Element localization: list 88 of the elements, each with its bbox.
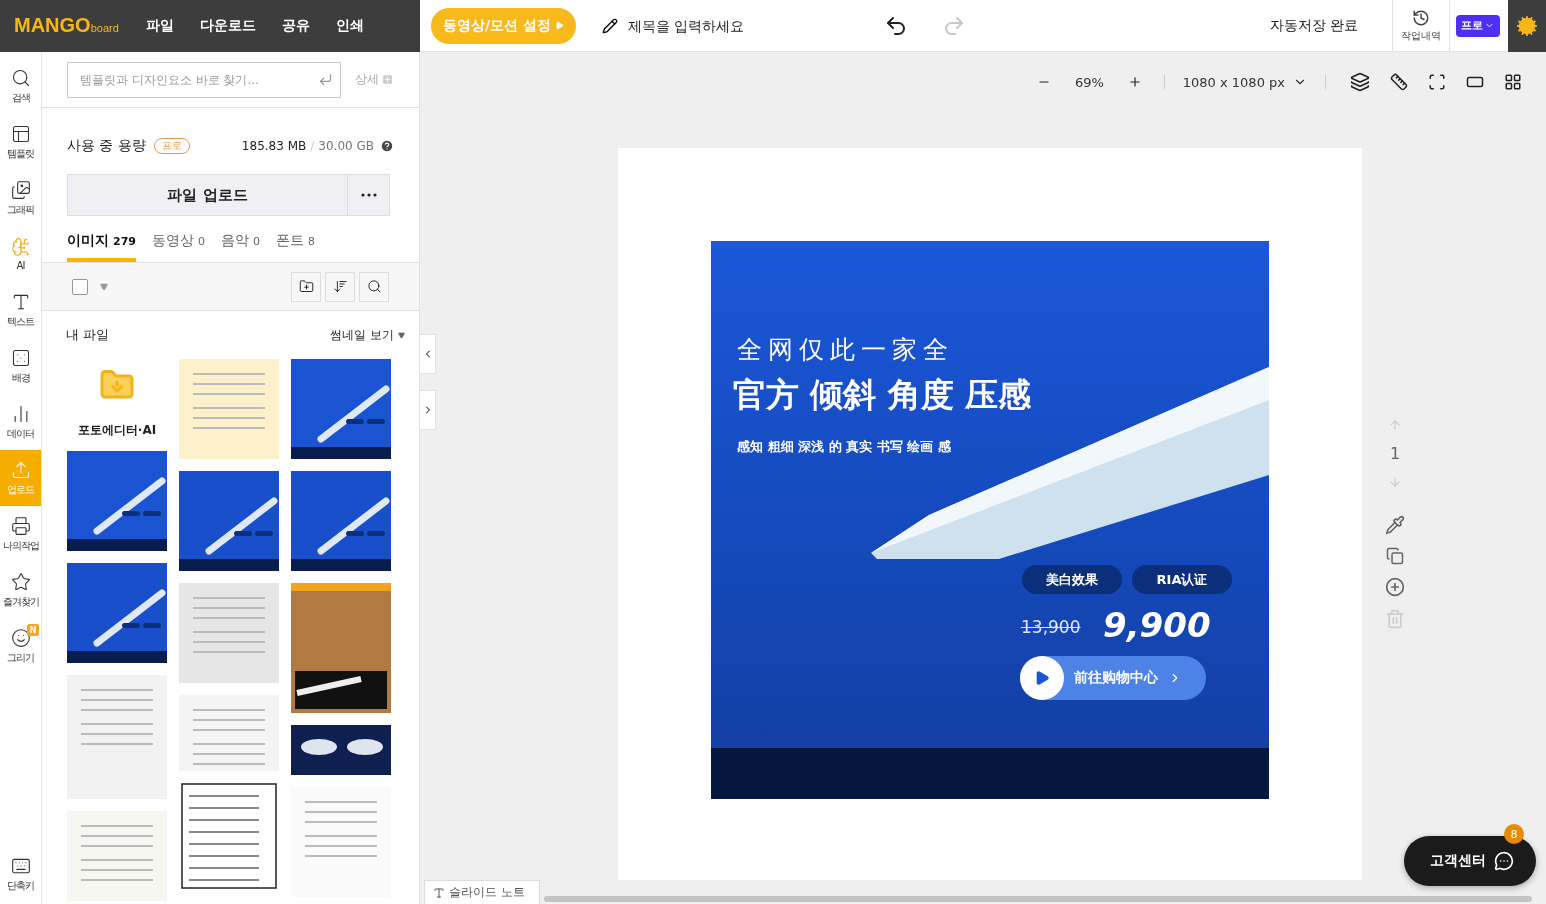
plus-icon: [381, 73, 394, 86]
canvas-size-dropdown[interactable]: 1080 x 1080 px: [1178, 74, 1311, 90]
eyedropper-icon: [1385, 515, 1405, 535]
play-icon: [555, 21, 564, 30]
notification-badge: 8: [1504, 824, 1524, 844]
dropdown-icon: [398, 331, 405, 339]
pen-sheet-thumbnail[interactable]: [67, 675, 167, 799]
layers-icon: [1350, 72, 1370, 92]
add-page-button[interactable]: [1385, 577, 1405, 597]
face-icon: [10, 627, 31, 648]
upload-icon: [10, 459, 31, 480]
image-icon: [10, 179, 31, 200]
printer-icon: [10, 515, 31, 536]
search-icon: [366, 279, 382, 294]
page-number: 1: [1389, 444, 1401, 463]
menu-item[interactable]: 파일: [145, 10, 174, 41]
new-folder-button[interactable]: [291, 271, 321, 302]
folder-name: 내 파일: [66, 326, 110, 344]
settings-button[interactable]: [1508, 0, 1546, 52]
pencil-icon: [602, 17, 618, 34]
sort-button[interactable]: [325, 271, 355, 302]
new-badge: N: [27, 624, 39, 636]
text-card-thumbnail[interactable]: [179, 359, 279, 459]
autosave-status: 자동저장 완료: [1269, 16, 1358, 35]
copy-icon: [1386, 547, 1404, 565]
mouse-ad-thumbnail[interactable]: [291, 725, 391, 775]
folder-plus-icon: [298, 279, 314, 294]
media-tab[interactable]: 음악 0: [220, 232, 260, 262]
storage-used: 185.83 MB: [241, 139, 307, 153]
enter-icon: [318, 71, 333, 87]
help-icon[interactable]: [380, 139, 394, 153]
play-icon: [1020, 656, 1064, 700]
select-all-checkbox[interactable]: [72, 278, 88, 295]
history-button[interactable]: 작업내역: [1392, 0, 1450, 51]
grid-icon: [1504, 73, 1522, 91]
fitness-ad-thumbnail[interactable]: [291, 583, 391, 713]
menu-item[interactable]: 인쇄: [335, 10, 364, 41]
document-thumbnail[interactable]: [179, 783, 279, 890]
feature-tag: RIA认证: [1132, 565, 1232, 594]
arrow-down-icon: [1388, 475, 1402, 489]
separator: /: [310, 139, 315, 153]
plus-icon: [1127, 75, 1142, 89]
gear-icon: [1516, 14, 1538, 37]
search-icon: [10, 67, 31, 88]
media-tab[interactable]: 동영상 0: [151, 232, 205, 262]
zoom-level: 69%: [1073, 74, 1105, 90]
storage-label: 사용 중 용량: [67, 137, 146, 155]
menu-item[interactable]: 다운로드: [199, 10, 256, 41]
color-picker-button[interactable]: [1385, 515, 1405, 535]
menu-item[interactable]: 공유: [281, 10, 310, 41]
more-icon: [360, 193, 377, 197]
layout-icon: [10, 123, 31, 144]
brain-icon: [10, 237, 31, 257]
trash-icon: [1385, 609, 1405, 629]
text-icon: [433, 886, 445, 899]
plus-circle-icon: [1385, 577, 1405, 597]
pen-ad-thumbnail[interactable]: [67, 451, 167, 551]
sale-price: 9,900: [1103, 605, 1211, 645]
storage-total: 30.00 GB: [318, 139, 374, 153]
media-tab[interactable]: 폰트 8: [275, 232, 315, 262]
dropdown-icon[interactable]: [100, 282, 108, 291]
star-icon: [10, 571, 31, 592]
plan-button[interactable]: 프로: [1456, 14, 1500, 37]
duplicate-button[interactable]: [1386, 547, 1404, 565]
toothpaste-ad-thumbnail[interactable]: [291, 471, 391, 571]
feature-tag: 美白效果: [1022, 565, 1122, 594]
view-mode-dropdown[interactable]: 썸네일 보기: [330, 326, 405, 344]
logo[interactable]: MANGOboard: [14, 14, 119, 37]
toothpaste-ad-thumbnail[interactable]: [179, 471, 279, 571]
search-button[interactable]: [359, 271, 389, 302]
laundry-ad-thumbnail[interactable]: [179, 695, 279, 771]
design-text: 全网仅此一家全: [737, 334, 954, 366]
slide-note-tab[interactable]: 슬라이드 노트: [424, 880, 540, 904]
text-note-thumbnail[interactable]: [67, 811, 167, 901]
dice-icon: [10, 347, 31, 368]
history-icon: [1412, 8, 1430, 27]
original-price: 13,900: [1021, 617, 1081, 637]
chat-icon: [1494, 851, 1514, 871]
search-field[interactable]: 템플릿과 디자인요소 바로 찾기...: [67, 61, 341, 98]
toothpaste-ad-thumbnail[interactable]: [67, 563, 167, 663]
pen-ad-thumbnail[interactable]: [291, 359, 391, 459]
design-text: 感知 粗细 深浅 的 真实 书写 绘画 感: [737, 438, 951, 456]
sort-icon: [332, 279, 348, 294]
letter-thumbnail[interactable]: [179, 583, 279, 683]
design-headline: 官方 倾斜 角度 压感: [733, 374, 1032, 416]
arrow-up-icon: [1388, 418, 1402, 432]
ruler-icon: [1390, 73, 1408, 91]
scan-icon: [1428, 73, 1446, 91]
